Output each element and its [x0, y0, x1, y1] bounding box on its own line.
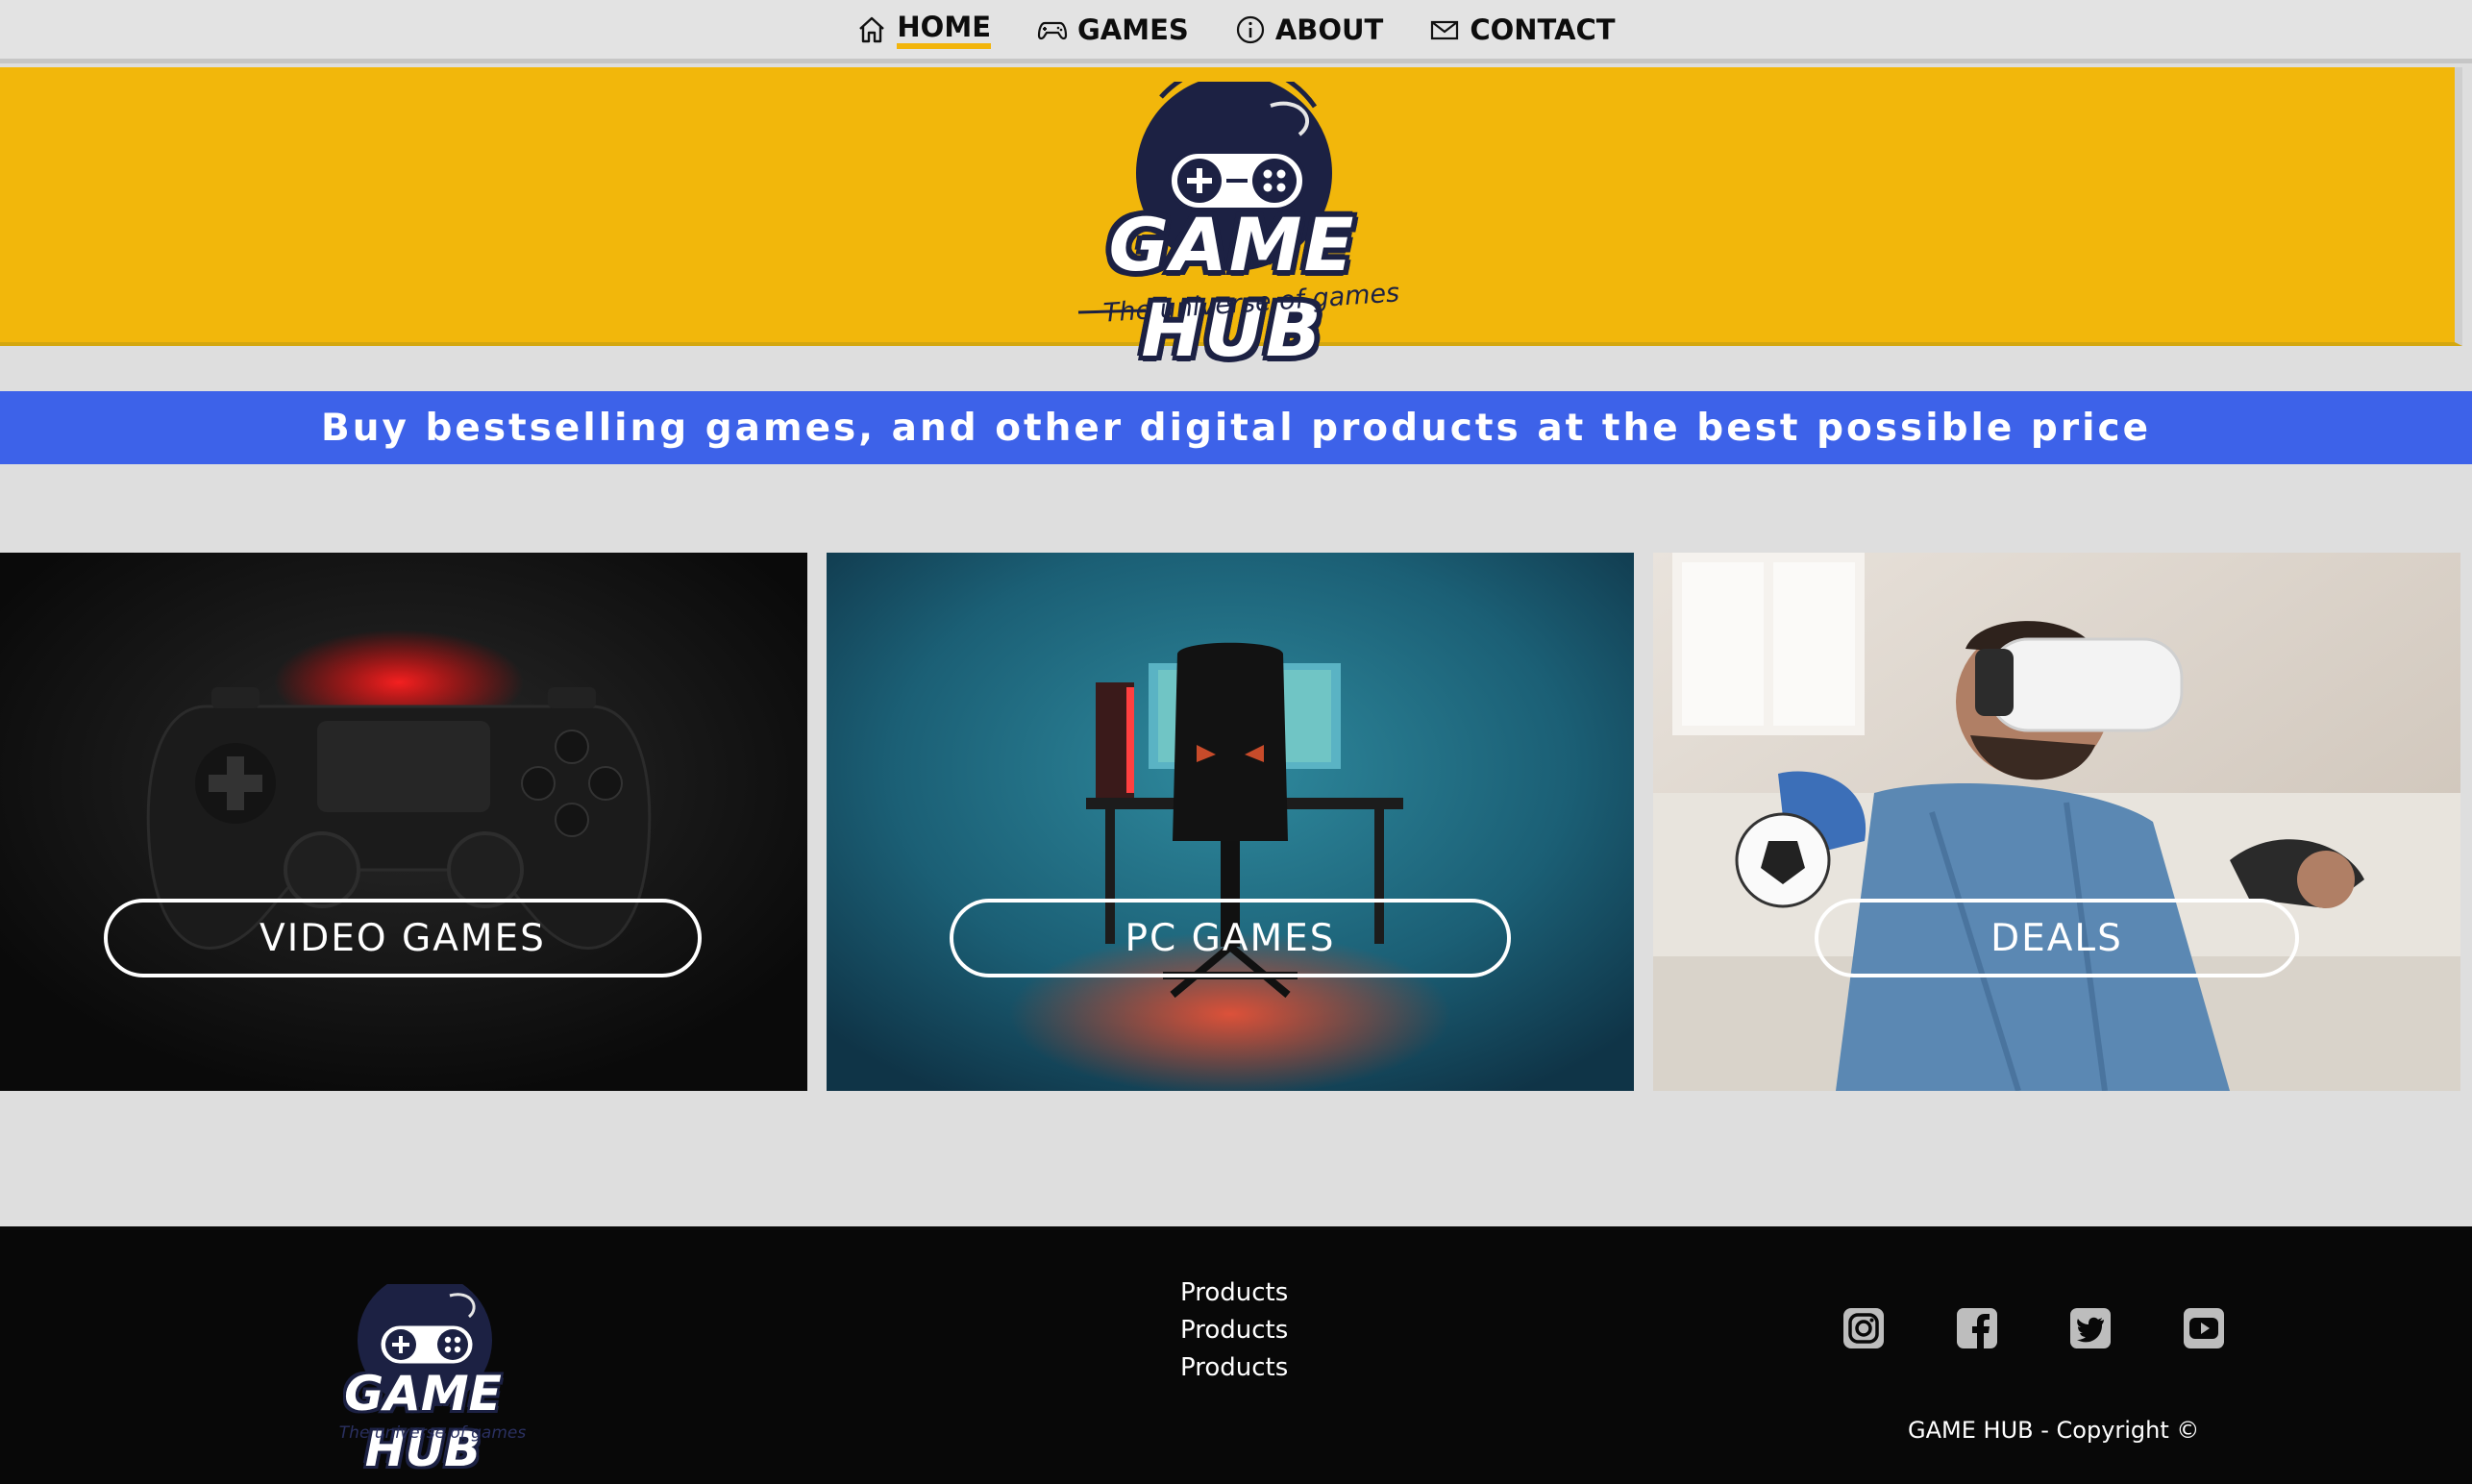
vr-player-photo — [1653, 553, 2460, 1091]
home-icon — [859, 16, 885, 42]
gaming-desk-photo — [827, 553, 1634, 1091]
promo-tagline: Buy bestselling games, and other digital… — [0, 391, 2472, 464]
footer-logo[interactable]: GAME HUB The universe of games — [288, 1284, 557, 1477]
footer-links: Products Products Products — [1180, 1278, 1288, 1382]
site-logo[interactable]: GAME HUB The universe of games — [1030, 82, 1434, 373]
deals-button[interactable]: DEALS — [1815, 899, 2299, 977]
gamepad-photo — [0, 553, 807, 1091]
instagram-icon[interactable] — [1842, 1306, 1886, 1350]
nav-games-label: GAMES — [1077, 12, 1189, 46]
twitter-icon[interactable] — [2068, 1306, 2113, 1350]
category-card-video-games[interactable]: VIDEO GAMES — [0, 553, 807, 1091]
hero-banner: GAME HUB The universe of games — [0, 67, 2462, 373]
facebook-icon[interactable] — [1955, 1306, 1999, 1350]
nav-about[interactable]: ABOUT — [1235, 8, 1384, 52]
pc-games-button[interactable]: PC GAMES — [950, 899, 1511, 977]
nav-about-label: ABOUT — [1274, 12, 1384, 46]
video-games-button[interactable]: VIDEO GAMES — [104, 899, 702, 977]
category-card-deals[interactable]: DEALS — [1653, 553, 2460, 1091]
nav-contact-label: CONTACT — [1470, 12, 1616, 46]
nav-home[interactable]: HOME — [856, 5, 991, 55]
footer-link-products-1[interactable]: Products — [1180, 1278, 1288, 1307]
category-card-pc-games[interactable]: PC GAMES — [827, 553, 1634, 1091]
copyright-text: GAME HUB - Copyright © — [1908, 1417, 2200, 1444]
info-icon — [1236, 15, 1264, 43]
youtube-icon[interactable] — [2182, 1306, 2226, 1350]
footer-link-products-2[interactable]: Products — [1180, 1316, 1288, 1345]
footer-logo-title: GAME HUB — [344, 1366, 502, 1477]
envelope-icon — [1431, 20, 1459, 39]
nav-games[interactable]: GAMES — [1037, 8, 1189, 52]
nav-home-label: HOME — [897, 11, 991, 49]
site-footer: GAME HUB The universe of games Products … — [0, 1226, 2472, 1484]
footer-link-products-3[interactable]: Products — [1180, 1353, 1288, 1382]
social-links — [1842, 1306, 2226, 1350]
nav-contact[interactable]: CONTACT — [1429, 8, 1616, 52]
top-nav: HOME GAMES ABOUT CONTACT — [0, 0, 2472, 63]
gamepad-icon — [1037, 21, 1068, 39]
footer-logo-tagline: The universe of games — [338, 1423, 527, 1443]
